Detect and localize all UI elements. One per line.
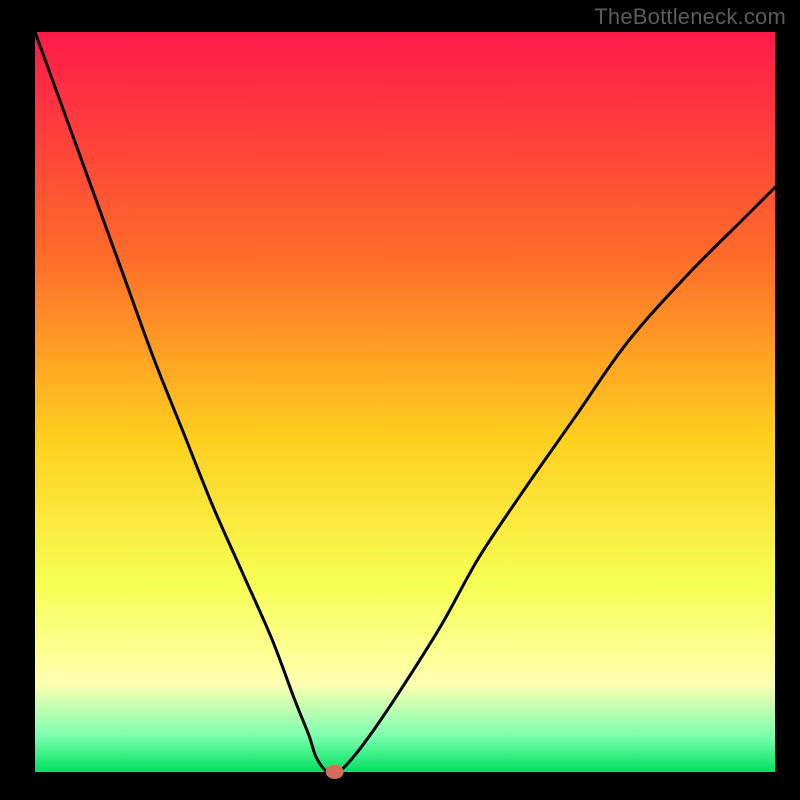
optimal-marker bbox=[326, 765, 344, 779]
watermark-text: TheBottleneck.com bbox=[594, 4, 786, 30]
plot-background bbox=[35, 32, 775, 772]
chart-frame: TheBottleneck.com bbox=[0, 0, 800, 800]
bottleneck-chart bbox=[0, 0, 800, 800]
